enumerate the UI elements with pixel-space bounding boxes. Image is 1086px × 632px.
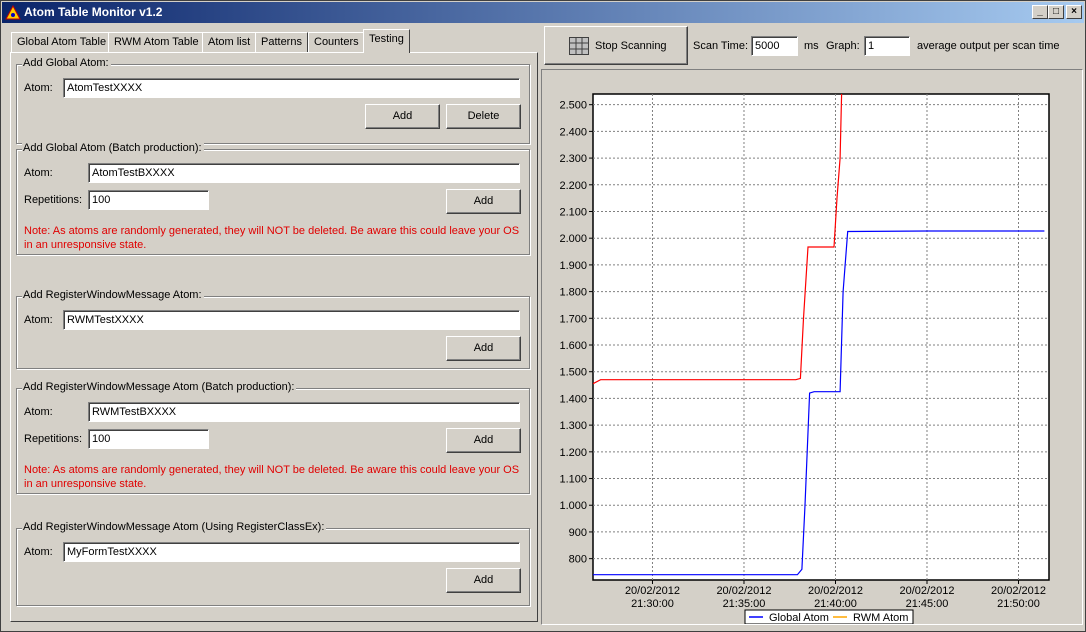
group-legend: Add RegisterWindowMessage Atom: — [22, 289, 204, 301]
y-tick-label: 1.000 — [559, 500, 587, 512]
x-tick-label-time: 21:50:00 — [997, 598, 1040, 610]
atom-label: Atom: — [24, 82, 53, 94]
tab-rwm-atom-table[interactable]: RWM Atom Table — [108, 32, 205, 53]
maximize-icon: □ — [1052, 6, 1060, 17]
graph-input[interactable]: 1 — [864, 36, 910, 56]
x-tick-label-time: 21:45:00 — [906, 598, 949, 610]
y-tick-label: 2.000 — [559, 233, 587, 245]
global-atom-delete-button[interactable]: Delete — [446, 104, 521, 129]
y-tick-label: 2.300 — [559, 153, 587, 165]
warning-note-line1: Note: As atoms are randomly generated, t… — [24, 464, 520, 476]
rwm-class-add-button[interactable]: Add — [446, 568, 521, 593]
rwm-class-atom-input[interactable]: MyFormTestXXXX — [63, 542, 520, 562]
global-atom-add-button[interactable]: Add — [365, 104, 440, 129]
y-tick-label: 1.700 — [559, 313, 587, 325]
x-tick-label-date: 20/02/2012 — [899, 585, 954, 597]
group-legend: Add RegisterWindowMessage Atom (Batch pr… — [22, 381, 297, 393]
rwm-batch-add-button[interactable]: Add — [446, 428, 521, 453]
atom-label: Atom: — [24, 314, 53, 326]
app-icon — [5, 5, 21, 20]
warning-note-line1: Note: As atoms are randomly generated, t… — [24, 225, 520, 237]
global-batch-add-button[interactable]: Add — [446, 189, 521, 214]
tab-testing[interactable]: Testing — [363, 29, 410, 53]
graph-label: Graph: — [826, 40, 860, 52]
grid-icon — [569, 37, 589, 55]
atom-usage-chart: 2.500 2.400 2.300 2.200 2.100 2.000 1.900 1.800… — [559, 93, 1050, 624]
atom-label: Atom: — [24, 406, 53, 418]
global-batch-repetitions-input[interactable]: 100 — [88, 190, 209, 210]
x-tick-label-date: 20/02/2012 — [808, 585, 863, 597]
y-tick-label: 2.500 — [559, 100, 587, 112]
global-atom-input[interactable]: AtomTestXXXX — [63, 78, 520, 98]
title-bar[interactable]: Atom Table Monitor v1.2 _ □ × — [2, 2, 1084, 23]
rwm-atom-input[interactable]: RWMTestXXXX — [63, 310, 520, 330]
main-window: Atom Table Monitor v1.2 _ □ × Global Ato… — [0, 0, 1086, 632]
y-tick-label: 1.900 — [559, 260, 587, 272]
y-tick-label: 1.300 — [559, 420, 587, 432]
y-tick-label: 2.400 — [559, 126, 587, 138]
tab-patterns[interactable]: Patterns — [255, 32, 308, 53]
group-legend: Add Global Atom: — [22, 57, 111, 69]
y-tick-label: 2.200 — [559, 180, 587, 192]
legend-label: Global Atom — [769, 612, 829, 624]
stop-scanning-label: Stop Scanning — [595, 40, 667, 52]
y-tick-label: 1.100 — [559, 474, 587, 486]
minimize-icon: _ — [1037, 6, 1043, 17]
x-tick-label-date: 20/02/2012 — [625, 585, 680, 597]
stop-scanning-button[interactable]: Stop Scanning — [544, 26, 688, 65]
x-tick-label-time: 21:30:00 — [631, 598, 674, 610]
x-tick-label-time: 21:35:00 — [723, 598, 766, 610]
warning-note-line2: in an unresponsive state. — [24, 239, 147, 251]
group-legend: Add RegisterWindowMessage Atom (Using Re… — [22, 521, 327, 533]
maximize-button[interactable]: □ — [1048, 5, 1064, 19]
global-batch-atom-input[interactable]: AtomTestBXXXX — [88, 163, 520, 183]
atom-label: Atom: — [24, 167, 53, 179]
y-tick-label: 1.400 — [559, 393, 587, 405]
x-tick-label-date: 20/02/2012 — [716, 585, 771, 597]
close-button[interactable]: × — [1066, 5, 1082, 19]
rwm-atom-add-button[interactable]: Add — [446, 336, 521, 361]
y-tick-label: 1.200 — [559, 447, 587, 459]
group-add-rwm-atom-registerclassex: Add RegisterWindowMessage Atom (Using Re… — [16, 521, 530, 606]
y-tick-label: 900 — [569, 527, 587, 539]
y-tick-label: 800 — [569, 554, 587, 566]
scan-time-label: Scan Time: — [693, 40, 749, 52]
ms-label: ms — [804, 40, 819, 52]
window-title: Atom Table Monitor v1.2 — [24, 5, 163, 19]
close-icon: × — [1071, 6, 1077, 17]
y-tick-label: 1.600 — [559, 340, 587, 352]
group-legend: Add Global Atom (Batch production): — [22, 142, 204, 154]
tab-counters[interactable]: Counters — [308, 32, 365, 53]
warning-note-line2: in an unresponsive state. — [24, 478, 147, 490]
atom-label: Atom: — [24, 546, 53, 558]
scan-time-input[interactable]: 5000 — [751, 36, 798, 56]
legend-label: RWM Atom — [853, 612, 908, 624]
x-tick-label-time: 21:40:00 — [814, 598, 857, 610]
plot-area — [592, 93, 1050, 581]
tab-global-atom-table[interactable]: Global Atom Table — [11, 32, 113, 53]
average-output-label: average output per scan time — [917, 40, 1060, 52]
x-tick-label-date: 20/02/2012 — [991, 585, 1046, 597]
tab-atom-list[interactable]: Atom list — [202, 32, 257, 53]
y-tick-label: 1.500 — [559, 367, 587, 379]
y-tick-label: 2.100 — [559, 206, 587, 218]
repetitions-label: Repetitions: — [24, 194, 83, 206]
rwm-batch-repetitions-input[interactable]: 100 — [88, 429, 209, 449]
minimize-button[interactable]: _ — [1032, 5, 1048, 19]
rwm-batch-atom-input[interactable]: RWMTestBXXXX — [88, 402, 520, 422]
repetitions-label: Repetitions: — [24, 433, 83, 445]
y-tick-label: 1.800 — [559, 287, 587, 299]
